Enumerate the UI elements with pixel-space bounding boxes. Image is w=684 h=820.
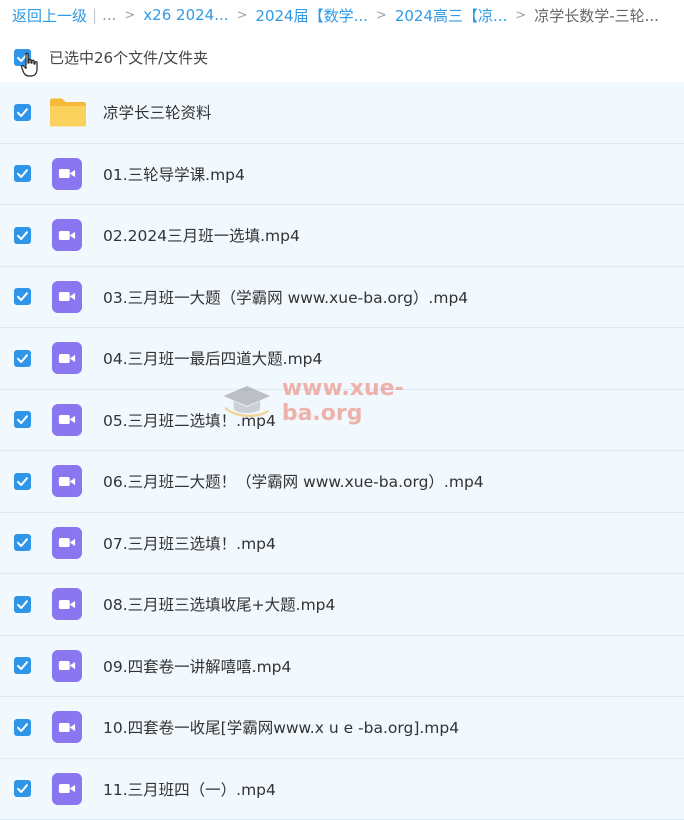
video-file-icon — [52, 711, 82, 743]
breadcrumb-item[interactable]: x26 2024... — [143, 6, 228, 24]
check-icon — [16, 352, 29, 365]
video-file-icon — [52, 650, 82, 682]
video-file-icon — [52, 773, 82, 805]
file-name[interactable]: 04.三月班一最后四道大题.mp4 — [103, 347, 322, 369]
file-row[interactable]: 09.四套卷一讲解嘻嘻.mp4 — [0, 636, 684, 698]
row-checkbox[interactable] — [14, 596, 31, 613]
check-icon — [16, 106, 29, 119]
check-icon — [16, 167, 29, 180]
chevron-right-icon: > — [237, 8, 248, 23]
breadcrumb-current: 凉学长数学-三轮... — [534, 5, 659, 26]
row-checkbox[interactable] — [14, 411, 31, 428]
file-name[interactable]: 09.四套卷一讲解嘻嘻.mp4 — [103, 655, 291, 677]
file-name[interactable]: 10.四套卷一收尾[学霸网www.x u e -ba.org].mp4 — [103, 716, 459, 738]
file-name[interactable]: 02.2024三月班一选填.mp4 — [103, 224, 300, 246]
file-row[interactable]: 11.三月班四（一）.mp4 — [0, 759, 684, 820]
file-name[interactable]: 11.三月班四（一）.mp4 — [103, 778, 276, 800]
row-checkbox[interactable] — [14, 350, 31, 367]
back-link[interactable]: 返回上一级 — [12, 5, 87, 26]
breadcrumb: 返回上一级 | ... > x26 2024... > 2024届【数学... … — [0, 0, 684, 30]
video-file-icon — [52, 281, 82, 313]
file-row[interactable]: 10.四套卷一收尾[学霸网www.x u e -ba.org].mp4 — [0, 697, 684, 759]
file-name[interactable]: 凉学长三轮资料 — [103, 101, 212, 123]
file-row[interactable]: 06.三月班二大题！（学霸网 www.xue-ba.org）.mp4 — [0, 451, 684, 513]
check-icon — [16, 598, 29, 611]
file-name[interactable]: 06.三月班二大题！（学霸网 www.xue-ba.org）.mp4 — [103, 470, 484, 492]
file-list: 凉学长三轮资料 01.三轮导学课.mp4 02.2024三月班一选填.mp4 0… — [0, 82, 684, 820]
video-file-icon — [52, 158, 82, 190]
file-row[interactable]: 03.三月班一大题（学霸网 www.xue-ba.org）.mp4 — [0, 267, 684, 329]
video-file-icon — [52, 404, 82, 436]
check-icon — [16, 536, 29, 549]
video-file-icon — [52, 527, 82, 559]
file-name[interactable]: 01.三轮导学课.mp4 — [103, 163, 245, 185]
video-file-icon — [52, 219, 82, 251]
file-row[interactable]: 07.三月班三选填！.mp4 — [0, 513, 684, 575]
check-icon — [16, 659, 29, 672]
row-checkbox[interactable] — [14, 534, 31, 551]
breadcrumb-item[interactable]: 2024高三【凉... — [395, 5, 507, 26]
chevron-right-icon: > — [376, 8, 387, 23]
folder-row[interactable]: 凉学长三轮资料 — [0, 82, 684, 144]
breadcrumb-ellipsis[interactable]: ... — [102, 6, 116, 24]
row-checkbox[interactable] — [14, 165, 31, 182]
row-checkbox[interactable] — [14, 288, 31, 305]
breadcrumb-divider: | — [92, 6, 97, 24]
check-icon — [16, 413, 29, 426]
chevron-right-icon: > — [515, 8, 526, 23]
row-checkbox[interactable] — [14, 473, 31, 490]
video-file-icon — [52, 588, 82, 620]
file-name[interactable]: 08.三月班三选填收尾+大题.mp4 — [103, 593, 335, 615]
video-file-icon — [52, 465, 82, 497]
hand-cursor-icon — [20, 52, 40, 78]
row-checkbox[interactable] — [14, 104, 31, 121]
breadcrumb-item[interactable]: 2024届【数学... — [255, 5, 367, 26]
select-all-bar: 已选中26个文件/文件夹 — [0, 36, 684, 78]
check-icon — [16, 782, 29, 795]
file-name[interactable]: 05.三月班二选填！.mp4 — [103, 409, 276, 431]
selection-count: 已选中26个文件/文件夹 — [49, 47, 208, 68]
file-name[interactable]: 07.三月班三选填！.mp4 — [103, 532, 276, 554]
row-checkbox[interactable] — [14, 227, 31, 244]
row-checkbox[interactable] — [14, 719, 31, 736]
row-checkbox[interactable] — [14, 780, 31, 797]
file-row[interactable]: 08.三月班三选填收尾+大题.mp4 — [0, 574, 684, 636]
file-row[interactable]: 05.三月班二选填！.mp4 — [0, 390, 684, 452]
chevron-right-icon: > — [124, 8, 135, 23]
check-icon — [16, 229, 29, 242]
file-name[interactable]: 03.三月班一大题（学霸网 www.xue-ba.org）.mp4 — [103, 286, 468, 308]
file-row[interactable]: 01.三轮导学课.mp4 — [0, 144, 684, 206]
folder-icon — [49, 97, 87, 127]
row-checkbox[interactable] — [14, 657, 31, 674]
file-row[interactable]: 02.2024三月班一选填.mp4 — [0, 205, 684, 267]
check-icon — [16, 721, 29, 734]
check-icon — [16, 475, 29, 488]
file-row[interactable]: 04.三月班一最后四道大题.mp4 — [0, 328, 684, 390]
check-icon — [16, 290, 29, 303]
video-file-icon — [52, 342, 82, 374]
